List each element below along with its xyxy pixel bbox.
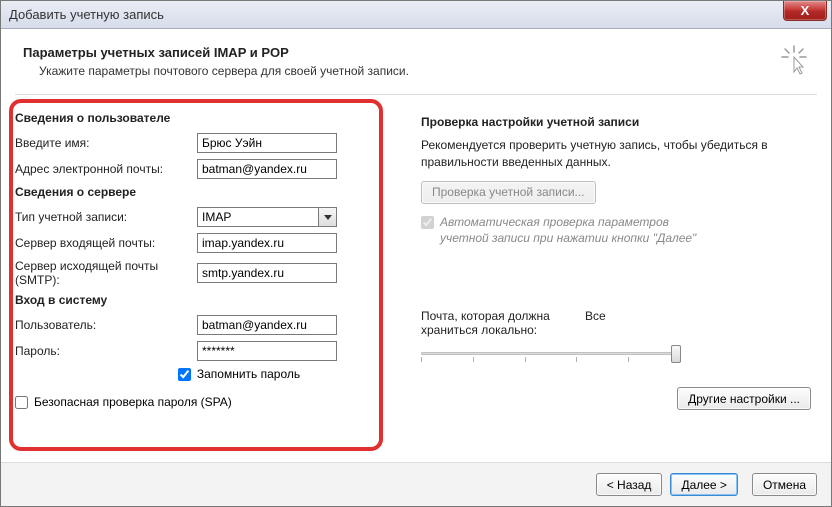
other-settings-button[interactable]: Другие настройки ... <box>677 387 811 410</box>
username-input[interactable] <box>197 315 337 335</box>
outgoing-server-input[interactable] <box>197 263 337 283</box>
test-hint: Рекомендуется проверить учетную запись, … <box>421 137 811 171</box>
email-input[interactable] <box>197 159 337 179</box>
name-input[interactable] <box>197 133 337 153</box>
slider-track <box>421 352 681 355</box>
left-pane: Сведения о пользователе Введите имя: Адр… <box>15 105 383 464</box>
header-subtitle: Укажите параметры почтового сервера для … <box>39 64 409 78</box>
login-heading: Вход в систему <box>15 293 383 307</box>
chevron-down-icon <box>318 208 336 226</box>
back-button[interactable]: < Назад <box>596 473 663 496</box>
slider-ticks <box>421 357 681 362</box>
account-type-value: IMAP <box>202 210 231 224</box>
dialog-footer: < Назад Далее > Отмена <box>1 462 831 506</box>
header-title: Параметры учетных записей IMAP и POP <box>23 45 409 60</box>
spa-checkbox[interactable] <box>15 396 28 409</box>
user-info-heading: Сведения о пользователе <box>15 111 383 125</box>
close-icon: X <box>801 3 810 18</box>
auto-test-checkbox[interactable] <box>421 216 434 229</box>
remember-password-checkbox[interactable] <box>178 368 191 381</box>
dialog-header: Параметры учетных записей IMAP и POP Ука… <box>15 39 817 90</box>
window-title: Добавить учетную запись <box>9 7 164 22</box>
email-label: Адрес электронной почты: <box>15 162 197 176</box>
username-label: Пользователь: <box>15 318 197 332</box>
password-label: Пароль: <box>15 344 197 358</box>
name-label: Введите имя: <box>15 136 197 150</box>
password-input[interactable] <box>197 341 337 361</box>
cursor-icon <box>781 45 807 75</box>
storage-slider[interactable] <box>421 343 681 367</box>
test-heading: Проверка настройки учетной записи <box>421 115 811 129</box>
server-info-heading: Сведения о сервере <box>15 185 383 199</box>
remember-password-label: Запомнить пароль <box>197 367 300 381</box>
test-account-button[interactable]: Проверка учетной записи... <box>421 181 596 204</box>
outgoing-server-label: Сервер исходящей почты (SMTP): <box>15 259 197 287</box>
add-account-dialog: Добавить учетную запись X Параметры учет… <box>0 0 832 507</box>
storage-value: Все <box>585 309 606 337</box>
account-type-select[interactable]: IMAP <box>197 207 337 227</box>
slider-thumb[interactable] <box>671 345 681 363</box>
incoming-server-label: Сервер входящей почты: <box>15 236 197 250</box>
titlebar: Добавить учетную запись X <box>1 1 831 29</box>
storage-label: Почта, которая должна храниться локально… <box>421 309 571 337</box>
auto-test-label: Автоматическая проверка параметров учетн… <box>440 214 700 248</box>
close-button[interactable]: X <box>783 1 827 21</box>
cancel-button[interactable]: Отмена <box>752 473 817 496</box>
right-pane: Проверка настройки учетной записи Рекоме… <box>403 105 817 464</box>
next-button[interactable]: Далее > <box>670 473 738 496</box>
account-type-label: Тип учетной записи: <box>15 210 197 224</box>
incoming-server-input[interactable] <box>197 233 337 253</box>
spa-label: Безопасная проверка пароля (SPA) <box>34 395 232 409</box>
